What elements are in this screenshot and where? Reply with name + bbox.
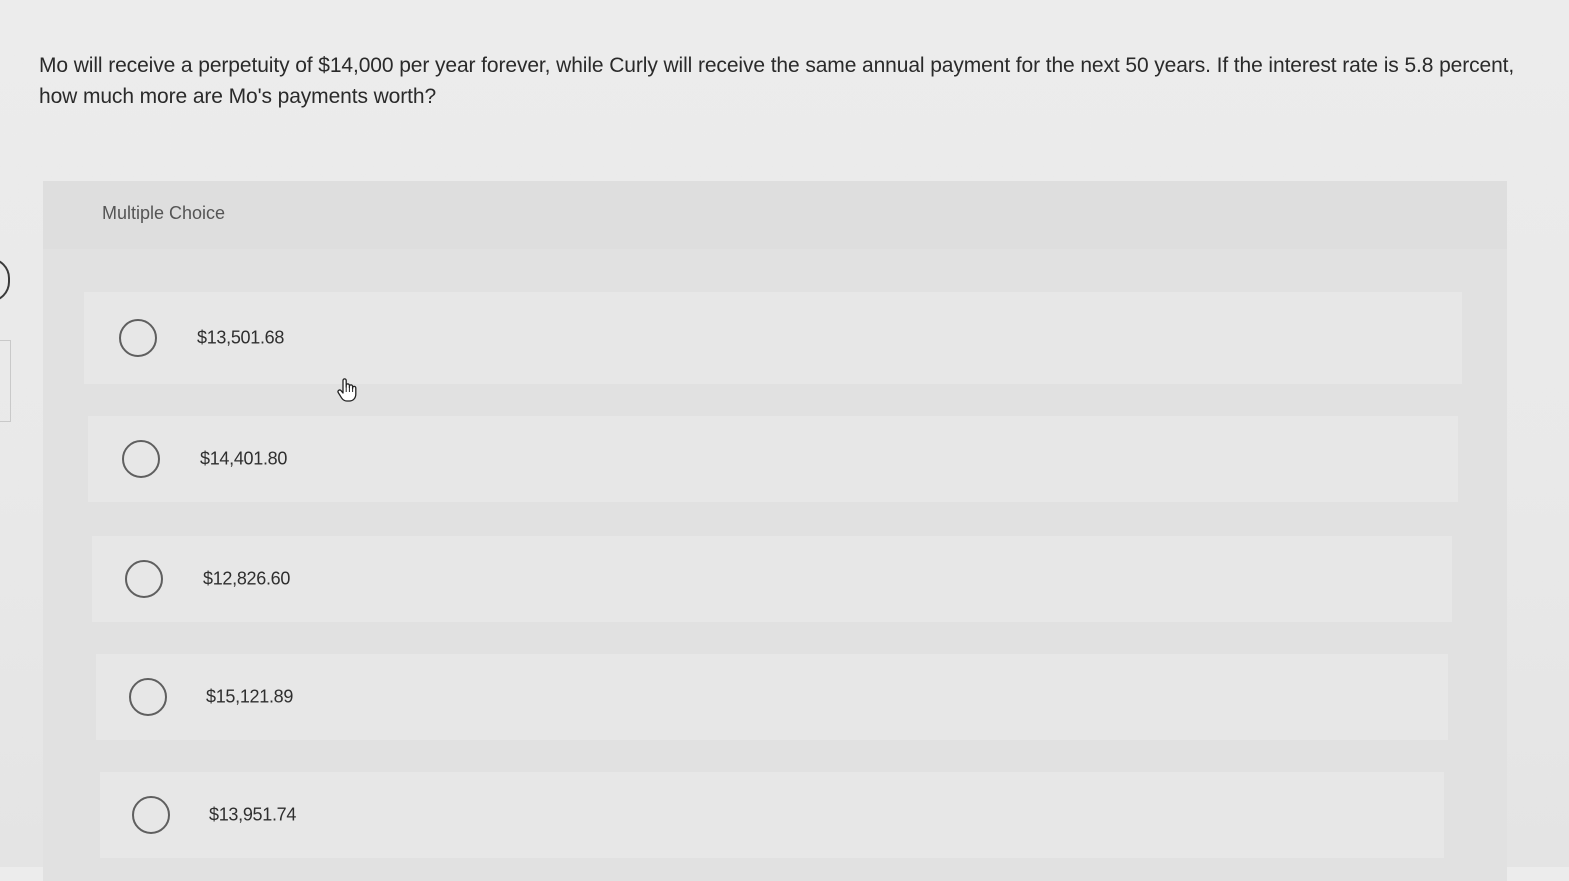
- multiple-choice-header: Multiple Choice: [43, 181, 1507, 249]
- left-scroll-bracket: [0, 258, 10, 302]
- choice-option-3[interactable]: $12,826.60: [92, 536, 1452, 622]
- hand-pointer-icon: [337, 378, 357, 402]
- radio-circle-icon[interactable]: [132, 796, 170, 834]
- radio-circle-icon[interactable]: [125, 560, 163, 598]
- choice-option-label: $12,826.60: [203, 568, 291, 589]
- choice-option-label: $15,121.89: [206, 686, 294, 707]
- left-edge-frame: [0, 340, 11, 422]
- multiple-choice-label: Multiple Choice: [102, 203, 226, 223]
- choice-option-4[interactable]: $15,121.89: [96, 654, 1448, 740]
- choice-option-label: $14,401.80: [200, 448, 288, 469]
- choice-option-1[interactable]: $13,501.68: [84, 292, 1462, 384]
- radio-circle-icon[interactable]: [119, 319, 157, 357]
- choice-option-5[interactable]: $13,951.74: [100, 772, 1444, 858]
- radio-circle-icon[interactable]: [129, 678, 167, 716]
- choice-option-label: $13,501.68: [197, 327, 285, 348]
- question-text: Mo will receive a perpetuity of $14,000 …: [39, 54, 1515, 108]
- choice-option-label: $13,951.74: [209, 804, 297, 825]
- choice-option-2[interactable]: $14,401.80: [88, 416, 1458, 502]
- radio-circle-icon[interactable]: [122, 440, 160, 478]
